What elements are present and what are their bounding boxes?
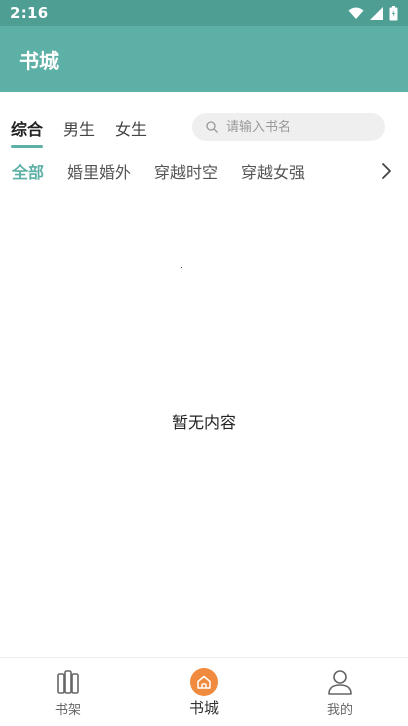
search-box[interactable] xyxy=(192,113,385,141)
nav-bookstore[interactable]: 书城 xyxy=(164,658,244,726)
channel-tabs: 综合 男生 女生 xyxy=(0,108,408,148)
home-icon xyxy=(190,668,218,696)
tab-male[interactable]: 男生 xyxy=(63,116,95,140)
nav-profile-label: 我的 xyxy=(326,703,353,718)
signal-icon xyxy=(370,6,383,20)
category-item[interactable]: 婚里婚外 xyxy=(67,159,131,183)
app-bar: 书城 xyxy=(0,26,408,92)
search-input[interactable] xyxy=(224,118,378,136)
status-bar: 2:16 xyxy=(0,0,408,26)
wifi-icon xyxy=(348,7,364,19)
empty-state-text: 暂无内容 xyxy=(171,413,236,432)
nav-bookshelf[interactable]: 书架 xyxy=(28,658,108,726)
category-item[interactable]: 穿越女强 xyxy=(241,159,305,183)
active-tab-indicator xyxy=(11,145,44,148)
nav-bookshelf-label: 书架 xyxy=(54,703,81,718)
bottom-nav: 书架 书城 我的 xyxy=(0,657,408,726)
status-icons xyxy=(348,5,398,21)
status-time: 2:16 xyxy=(10,4,49,22)
category-tabs: 全部 婚里婚外 穿越时空 穿越女强 xyxy=(0,150,408,190)
tab-male-label: 男生 xyxy=(63,120,96,139)
tab-female[interactable]: 女生 xyxy=(115,116,147,140)
profile-icon xyxy=(328,670,352,695)
page-title: 书城 xyxy=(19,48,59,73)
chevron-right-icon[interactable] xyxy=(380,162,392,180)
loading-dot xyxy=(181,267,182,268)
category-all[interactable]: 全部 xyxy=(12,159,44,183)
tab-female-label: 女生 xyxy=(115,120,148,139)
search-icon xyxy=(206,121,218,133)
battery-icon xyxy=(389,5,398,20)
nav-bookstore-label: 书城 xyxy=(188,699,219,717)
nav-profile[interactable]: 我的 xyxy=(300,658,380,726)
bookshelf-icon xyxy=(57,670,79,694)
tab-general[interactable]: 综合 xyxy=(11,116,44,148)
category-item[interactable]: 穿越时空 xyxy=(154,159,218,183)
tab-general-label: 综合 xyxy=(11,120,44,139)
